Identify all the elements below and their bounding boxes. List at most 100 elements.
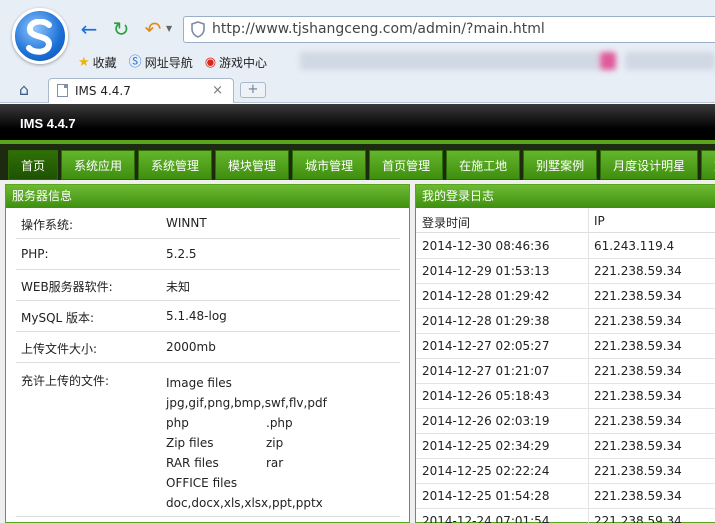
log-ip: 221.238.59.34 — [594, 414, 682, 428]
info-value: 未知 — [166, 280, 191, 294]
menu-item-2[interactable]: 系统管理 — [138, 150, 213, 180]
menu-item-3[interactable]: 模块管理 — [215, 150, 290, 180]
address-bar[interactable]: http://www.tjshangceng.com/admin/?main.h… — [183, 16, 715, 43]
log-time: 2014-12-28 01:29:42 — [422, 289, 550, 303]
filetype-ext: .php — [266, 416, 293, 430]
table-row: 2014-12-28 01:29:42 221.238.59.34 — [416, 284, 715, 309]
menu-item-6[interactable]: 在施工地 — [446, 150, 521, 180]
bookmark-games[interactable]: ◉ 游戏中心 — [205, 54, 267, 71]
table-row: 2014-12-25 02:22:24 221.238.59.34 — [416, 459, 715, 484]
log-time: 2014-12-25 01:54:28 — [422, 489, 550, 503]
blurred-bookmarks — [600, 52, 616, 70]
menu-item-0[interactable]: 首页 — [8, 150, 59, 180]
column-header-ip: IP — [594, 214, 605, 228]
undo-icon[interactable]: ↶ — [142, 18, 164, 40]
game-icon: ◉ — [204, 54, 217, 70]
main-content: 服务器信息 操作系统: WINNT PHP: 5.2.5 WEB服务器软件: 未知 MySQ… — [0, 180, 715, 523]
menu-item-7[interactable]: 别墅案例 — [523, 150, 598, 180]
menu-item-5[interactable]: 首页管理 — [369, 150, 444, 180]
panel-title: 我的登录日志 — [416, 185, 715, 208]
bookmark-bar: ★ 收藏 Ⓢ 网址导航 ◉ 游戏中心 — [78, 52, 267, 72]
info-row: MySQL 版本: 5.1.48-log — [16, 301, 400, 332]
navigation-icon: Ⓢ — [128, 54, 142, 70]
table-row: 2014-12-25 01:54:28 221.238.59.34 — [416, 484, 715, 509]
filetype-name: Image files — [166, 376, 232, 390]
info-label: 操作系统: — [21, 218, 74, 232]
log-ip: 61.243.119.4 — [594, 239, 675, 253]
log-ip: 221.238.59.34 — [594, 439, 682, 453]
bookmark-label: 网址导航 — [144, 55, 193, 70]
log-ip: 221.238.59.34 — [594, 389, 682, 403]
tab-ims[interactable]: IMS 4.4.7 × — [48, 78, 234, 103]
table-row: 2014-12-26 02:03:19 221.238.59.34 — [416, 409, 715, 434]
bookmark-label: 收藏 — [92, 55, 117, 70]
refresh-icon[interactable]: ↻ — [110, 18, 132, 40]
panel-title: 服务器信息 — [6, 185, 409, 208]
browser-logo-icon[interactable] — [12, 8, 68, 64]
login-log-panel: 我的登录日志 登录时间 IP 2014-12-30 08:46:36 61.243… — [415, 184, 715, 523]
log-ip: 221.238.59.34 — [594, 489, 682, 503]
info-value: WINNT — [166, 216, 207, 230]
bookmark-favorites[interactable]: ★ 收藏 — [78, 54, 117, 71]
info-label: WEB服务器软件: — [21, 280, 113, 294]
chevron-down-icon[interactable]: ▼ — [166, 24, 172, 33]
menu-item-4[interactable]: 城市管理 — [292, 150, 367, 180]
info-label: 上传文件大小: — [21, 342, 98, 356]
new-tab-button[interactable]: + — [240, 82, 266, 98]
table-row: 2014-12-30 08:46:36 61.243.119.4 — [416, 234, 715, 259]
bookmark-label: 游戏中心 — [219, 55, 268, 70]
info-value: 2000mb — [166, 340, 216, 354]
table-row: 2014-12-27 01:21:07 221.238.59.34 — [416, 359, 715, 384]
table-row: 2014-12-29 01:53:13 221.238.59.34 — [416, 259, 715, 284]
info-label: PHP: — [21, 247, 49, 261]
home-icon[interactable]: ⌂ — [14, 80, 34, 99]
server-info-panel: 服务器信息 操作系统: WINNT PHP: 5.2.5 WEB服务器软件: 未知 MySQ… — [5, 184, 410, 523]
log-time: 2014-12-29 01:53:13 — [422, 264, 550, 278]
log-time: 2014-12-28 01:29:38 — [422, 314, 550, 328]
info-row: PHP: 5.2.5 — [16, 239, 400, 270]
info-row: WEB服务器软件: 未知 — [16, 270, 400, 301]
main-menu: 首页系统应用系统管理模块管理城市管理首页管理在施工地别墅案例月度设计明星施 — [8, 150, 715, 180]
log-ip: 221.238.59.34 — [594, 364, 682, 378]
column-header-time: 登录时间 — [422, 216, 471, 230]
log-time: 2014-12-25 02:22:24 — [422, 464, 550, 478]
log-ip: 221.238.59.34 — [594, 514, 682, 523]
filetype-name: doc,docx,xls,xlsx,ppt,pptx — [166, 496, 323, 510]
table-row: 2014-12-28 01:29:38 221.238.59.34 — [416, 309, 715, 334]
menu-item-9[interactable]: 施 — [701, 150, 715, 180]
log-time: 2014-12-27 01:21:07 — [422, 364, 550, 378]
table-row: 2014-12-25 02:34:29 221.238.59.34 — [416, 434, 715, 459]
tab-title: IMS 4.4.7 — [75, 84, 131, 98]
menu-item-1[interactable]: 系统应用 — [61, 150, 136, 180]
filetype-name: jpg,gif,png,bmp,swf,flv,pdf — [166, 396, 327, 410]
filetype-name: php — [166, 416, 189, 430]
filetype-ext: zip — [266, 436, 284, 450]
table-row: 2014-12-27 02:05:27 221.238.59.34 — [416, 334, 715, 359]
shield-icon — [191, 21, 205, 38]
log-ip: 221.238.59.34 — [594, 264, 682, 278]
info-value: 5.2.5 — [166, 247, 197, 261]
blurred-bookmarks — [625, 52, 715, 70]
log-ip: 221.238.59.34 — [594, 314, 682, 328]
log-ip: 221.238.59.34 — [594, 289, 682, 303]
table-row: 2014-12-26 05:18:43 221.238.59.34 — [416, 384, 715, 409]
filetype-name: RAR files — [166, 456, 219, 470]
log-time: 2014-12-26 02:03:19 — [422, 414, 550, 428]
back-arrow-icon[interactable]: ← — [78, 18, 100, 40]
info-label: MySQL 版本: — [21, 311, 95, 325]
url-text[interactable]: http://www.tjshangceng.com/admin/?main.h… — [212, 21, 545, 37]
info-row: 上传文件大小: 2000mb — [16, 332, 400, 363]
filetype-name: OFFICE files — [166, 476, 238, 490]
star-icon: ★ — [78, 54, 90, 70]
filetype-ext: rar — [266, 456, 284, 470]
close-icon[interactable]: × — [212, 83, 223, 98]
blurred-bookmarks — [300, 52, 600, 70]
menu-item-8[interactable]: 月度设计明星 — [600, 150, 699, 180]
app-title: IMS 4.4.7 — [20, 116, 76, 131]
tab-strip: ⌂ IMS 4.4.7 × + — [0, 76, 715, 103]
bookmark-navigation[interactable]: Ⓢ 网址导航 — [129, 54, 193, 71]
filetype-name: Zip files — [166, 436, 214, 450]
main-menu-bar: 首页系统应用系统管理模块管理城市管理首页管理在施工地别墅案例月度设计明星施 — [0, 144, 715, 180]
log-time: 2014-12-27 02:05:27 — [422, 339, 550, 353]
app-header: IMS 4.4.7 — [0, 104, 715, 144]
